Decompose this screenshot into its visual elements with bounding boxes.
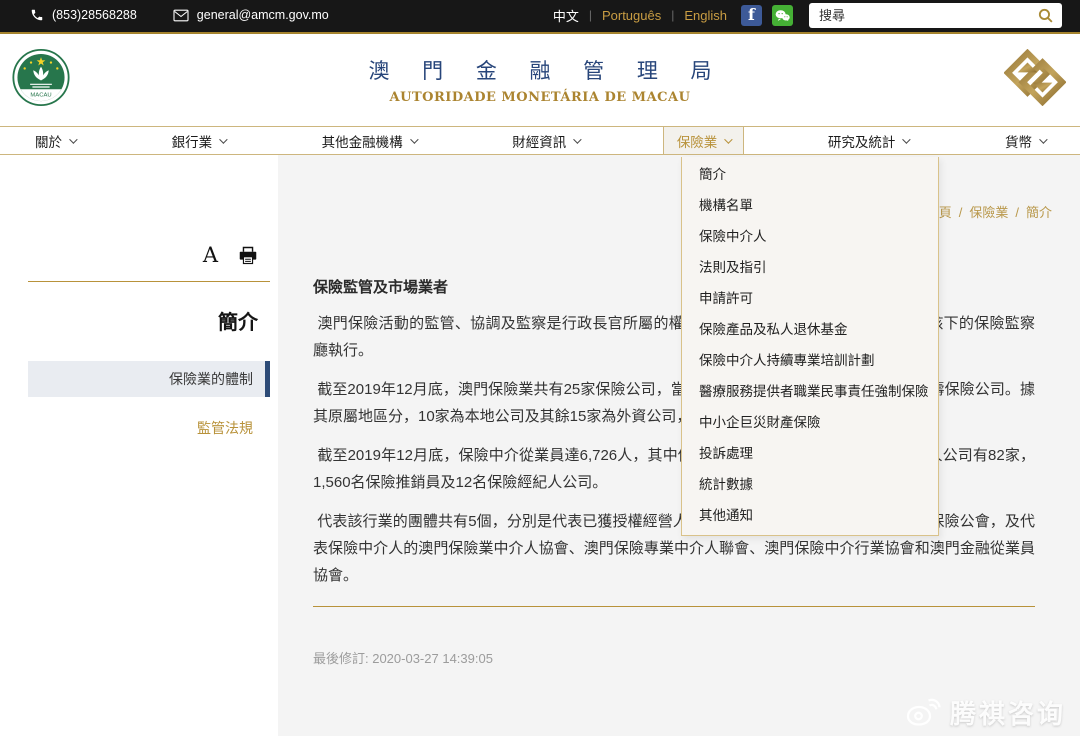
lang-portuguese[interactable]: Português	[598, 8, 665, 23]
site-title-chinese: 澳 門 金 融 管 理 局	[368, 55, 724, 85]
facebook-icon[interactable]: f	[741, 5, 762, 26]
phone-number: (853)28568288	[52, 8, 137, 22]
lang-english[interactable]: English	[680, 8, 731, 23]
watermark: 腾祺咨询	[905, 694, 1066, 731]
search-icon[interactable]	[1037, 7, 1054, 24]
site-title[interactable]: 澳 門 金 融 管 理 局 AUTORIDADE MONETÁRIA DE MA…	[368, 55, 711, 105]
amcm-logo-icon	[1004, 49, 1066, 106]
chevron-down-icon	[1039, 135, 1047, 143]
site-header: MACAU 澳 門 金 融 管 理 局 AUTORIDADE MONETÁRIA…	[0, 34, 1080, 126]
insurance-dropdown-menu: 簡介 機構名單 保險中介人 法則及指引 申請許可 保險產品及私人退休基金 保險中…	[681, 157, 939, 536]
nav-label: 銀行業	[172, 131, 213, 151]
chevron-down-icon	[410, 135, 418, 143]
dropdown-item-products-pension-funds[interactable]: 保險產品及私人退休基金	[682, 314, 938, 345]
font-size-button[interactable]: A	[203, 245, 218, 266]
facebook-glyph: f	[748, 7, 755, 23]
nav-item-currency[interactable]: 貨幣	[992, 127, 1058, 154]
dropdown-item-apply-license[interactable]: 申請許可	[682, 283, 938, 314]
wechat-glyph	[775, 9, 790, 22]
chevron-down-icon	[724, 135, 732, 143]
dropdown-item-cpd-program[interactable]: 保險中介人持續專業培訓計劃	[682, 345, 938, 376]
nav-item-research-statistics[interactable]: 研究及統計	[815, 127, 922, 154]
chevron-down-icon	[573, 135, 581, 143]
search-box	[809, 3, 1062, 28]
breadcrumb: 首頁/保險業/簡介	[926, 202, 1052, 221]
amcm-logo	[1004, 49, 1066, 111]
sidebar-heading: 簡介	[28, 306, 270, 335]
nav-item-other-financial-institutions[interactable]: 其他金融機構	[309, 127, 429, 154]
dropdown-item-complaints[interactable]: 投訴處理	[682, 438, 938, 469]
breadcrumb-separator: /	[952, 205, 970, 220]
topbar-contacts: (853)28568288 general@amcm.gov.mo	[30, 8, 329, 22]
dropdown-item-rules-guidelines[interactable]: 法則及指引	[682, 252, 938, 283]
nav-label: 財經資訊	[512, 131, 566, 151]
nav-item-banking[interactable]: 銀行業	[159, 127, 239, 154]
dropdown-item-sme-catastrophe-insurance[interactable]: 中小企巨災財產保險	[682, 407, 938, 438]
svg-text:MACAU: MACAU	[30, 93, 51, 99]
weibo-icon	[905, 698, 942, 728]
page-tools: A	[28, 245, 270, 266]
nav-item-financial-info[interactable]: 財經資訊	[499, 127, 592, 154]
watermark-text: 腾祺咨询	[950, 694, 1066, 731]
dropdown-item-medical-liability-insurance[interactable]: 醫療服務提供者職業民事責任強制保險	[682, 376, 938, 407]
chevron-down-icon	[69, 135, 77, 143]
lang-separator: |	[665, 8, 680, 22]
sidebar-item-regulations[interactable]: 監管法規	[28, 418, 270, 438]
main-content: 首頁/保險業/簡介 保險監管及市場業者 澳門保險活動的監管、協調及監察是行政長官…	[278, 155, 1080, 736]
print-button[interactable]	[238, 246, 258, 265]
search-input[interactable]	[819, 8, 1037, 23]
email-icon	[173, 9, 189, 22]
macau-emblem-icon: MACAU	[12, 49, 70, 107]
phone-icon	[30, 8, 44, 22]
dropdown-item-other-notices[interactable]: 其他通知	[682, 500, 938, 531]
sidebar-item-insurance-system[interactable]: 保險業的體制	[28, 361, 270, 397]
nav-label: 其他金融機構	[322, 131, 403, 151]
last-modified-timestamp: 最後修訂: 2020-03-27 14:39:05	[313, 648, 1035, 667]
nav-label: 關於	[35, 131, 62, 151]
dropdown-item-insurance-intermediaries[interactable]: 保險中介人	[682, 221, 938, 252]
topbar: (853)28568288 general@amcm.gov.mo 中文 | P…	[0, 0, 1080, 34]
macau-government-emblem[interactable]: MACAU	[12, 49, 70, 112]
dropdown-item-institution-list[interactable]: 機構名單	[682, 190, 938, 221]
sidebar: A 簡介 保險業的體制 監管法規	[0, 155, 278, 736]
chevron-down-icon	[219, 135, 227, 143]
main-nav: 關於 銀行業 其他金融機構 財經資訊 保險業 研究及統計 貨幣	[0, 126, 1080, 155]
breadcrumb-separator: /	[1008, 205, 1026, 220]
nav-item-insurance[interactable]: 保險業	[663, 127, 745, 154]
topbar-actions: 中文 | Português | English f	[549, 3, 1062, 28]
email-address: general@amcm.gov.mo	[197, 8, 329, 22]
chevron-down-icon	[903, 135, 911, 143]
email-contact[interactable]: general@amcm.gov.mo	[173, 8, 329, 22]
lang-chinese[interactable]: 中文	[549, 6, 583, 25]
breadcrumb-insurance[interactable]: 保險業	[969, 205, 1008, 220]
content-divider	[313, 606, 1035, 607]
lang-separator: |	[583, 8, 598, 22]
breadcrumb-current: 簡介	[1026, 205, 1052, 220]
nav-label: 貨幣	[1005, 131, 1032, 151]
site-title-portuguese: AUTORIDADE MONETÁRIA DE MACAU	[368, 90, 711, 105]
dropdown-item-intro[interactable]: 簡介	[682, 159, 938, 190]
sidebar-divider	[28, 281, 270, 282]
nav-label: 研究及統計	[828, 131, 896, 151]
nav-label: 保險業	[677, 131, 718, 151]
phone-contact[interactable]: (853)28568288	[30, 8, 137, 22]
wechat-icon[interactable]	[772, 5, 793, 26]
nav-item-about[interactable]: 關於	[22, 127, 88, 154]
dropdown-item-statistics[interactable]: 統計數據	[682, 469, 938, 500]
